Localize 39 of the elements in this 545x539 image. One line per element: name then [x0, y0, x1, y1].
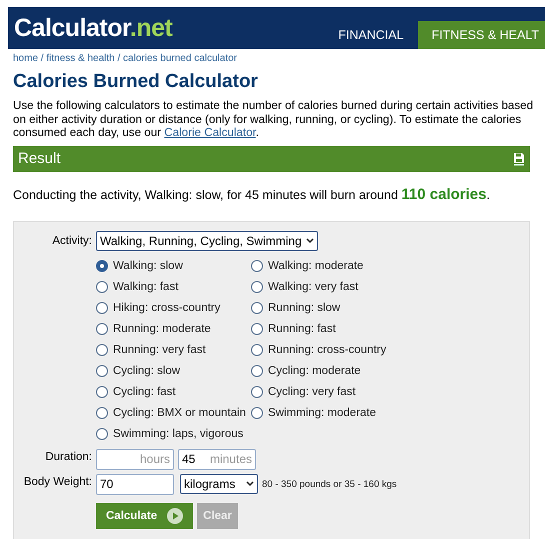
activity-radio[interactable]: Running: slow: [251, 300, 529, 316]
activity-radio[interactable]: Walking: moderate: [251, 258, 529, 274]
activity-radio[interactable]: Cycling: slow: [96, 362, 251, 378]
save-icon[interactable]: [513, 152, 525, 166]
page-title: Calories Burned Calculator: [13, 71, 259, 93]
activity-radio[interactable]: Cycling: moderate: [251, 362, 529, 378]
activity-radio[interactable]: Running: fast: [251, 320, 529, 336]
activity-radio[interactable]: Running: moderate: [96, 320, 251, 336]
activity-radio[interactable]: Walking: very fast: [251, 278, 529, 294]
activity-radio[interactable]: Running: very fast: [96, 342, 251, 358]
activity-radio[interactable]: Walking: slow: [96, 258, 251, 274]
activity-radio[interactable]: Cycling: BMX or mountain: [96, 404, 251, 420]
activity-radio[interactable]: Running: cross-country: [251, 342, 529, 358]
intro-text: Use the following calculators to estimate the number of calories burned during certain activities based on either activity duration or distance (only for walking, running, or cycling). To estimate the calories consumed each day, use our Calorie Calculator.: [13, 99, 534, 140]
activity-radio[interactable]: Swimming: laps, vigorous: [96, 426, 251, 442]
site-logo[interactable]: Calculator.net: [8, 14, 172, 42]
activity-label: Activity:: [51, 234, 92, 246]
result-heading: Result: [18, 150, 61, 167]
weight-field[interactable]: 70: [96, 474, 174, 494]
duration-label: Duration:: [44, 451, 92, 463]
nav-tab[interactable]: FITNESS & HEALT: [418, 21, 545, 49]
calculate-button[interactable]: Calculate: [96, 502, 194, 528]
activity-radio[interactable]: Cycling: fast: [96, 384, 251, 400]
activity-select[interactable]: Walking, Running, Cycling, Swimming: [96, 230, 318, 250]
activity-radio[interactable]: Cycling: very fast: [251, 384, 529, 400]
weight-hint: 80 - 350 pounds or 35 - 160 kgs: [262, 478, 397, 490]
play-icon: [167, 508, 184, 524]
chevron-icon: [246, 481, 254, 487]
duration-field[interactable]: 45 minutes: [178, 448, 256, 470]
body-weight-label: Body Weight:: [22, 476, 92, 488]
chevron-icon: [306, 238, 314, 244]
nav-tab[interactable]: FINANCIAL: [324, 21, 418, 49]
breadcrumb[interactable]: home / fitness & health / calories burned calculator: [13, 53, 545, 64]
activity-radio[interactable]: Walking: fast: [96, 278, 251, 294]
unit-select[interactable]: kilograms: [180, 474, 258, 494]
activity-radio[interactable]: Hiking: cross-country: [96, 300, 251, 316]
activity-radio[interactable]: Swimming: moderate: [251, 404, 529, 420]
calorie-calculator-link[interactable]: Calorie Calculator: [164, 126, 256, 139]
result-sentence: Conducting the activity, Walking: slow, for 45 minutes will burn around 110 calories.: [13, 186, 491, 202]
